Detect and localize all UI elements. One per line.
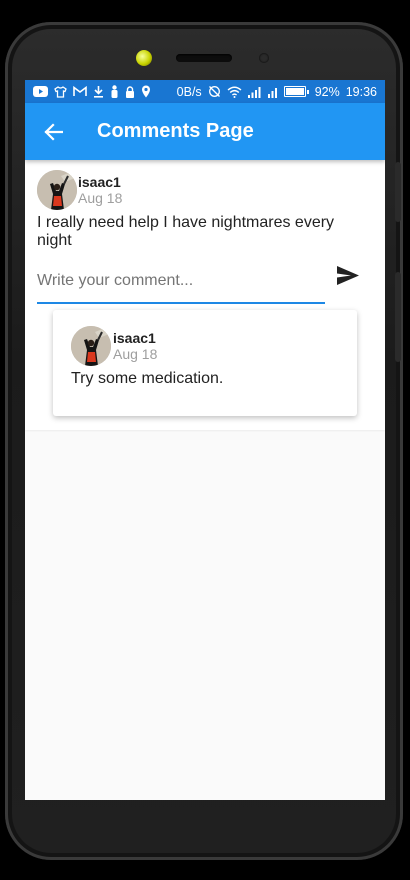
comment-date: Aug 18: [113, 346, 158, 362]
battery-percent: 92%: [314, 84, 340, 99]
gmail-icon: [73, 85, 87, 99]
comment-text: Try some medication.: [71, 370, 224, 387]
person-icon: [110, 85, 119, 99]
post-date: Aug 18: [78, 190, 123, 206]
avatar-image: [71, 326, 111, 366]
signal-icon: [267, 85, 278, 99]
youtube-icon: [33, 85, 48, 99]
comment-username[interactable]: isaac1: [113, 330, 157, 346]
clock: 19:36: [345, 84, 377, 99]
comment-author: isaac1 Aug 18: [71, 326, 339, 366]
page-title: Comments Page: [97, 120, 254, 142]
front-camera: [136, 50, 152, 66]
post-text: I really need help I have nightmares eve…: [37, 214, 335, 249]
avatar-image: [37, 170, 77, 210]
signal-icon: [247, 85, 262, 99]
send-button[interactable]: [337, 266, 359, 304]
sync-off-icon: [208, 85, 221, 99]
app-bar: Comments Page: [25, 103, 385, 160]
download-icon: [93, 85, 104, 99]
screen: 0B/s 92% 19:36 Comments Page isaac1 Aug …: [25, 80, 385, 800]
wifi-icon: [227, 85, 242, 99]
post-card: isaac1 Aug 18 I really need help I have …: [25, 160, 385, 430]
username[interactable]: isaac1: [78, 174, 122, 190]
comment-input[interactable]: [37, 272, 325, 304]
notification-icons: [33, 85, 151, 99]
lock-icon: [125, 85, 135, 99]
power-button: [395, 272, 401, 362]
volume-button: [395, 162, 401, 222]
avatar[interactable]: [37, 170, 77, 210]
location-icon: [141, 85, 151, 99]
status-bar: 0B/s 92% 19:36: [25, 80, 385, 103]
post-author: isaac1 Aug 18: [37, 170, 373, 210]
back-button[interactable]: [25, 104, 81, 160]
arrow-back-icon: [44, 122, 63, 141]
avatar[interactable]: [71, 326, 111, 366]
user-meta: isaac1 Aug 18: [113, 330, 157, 362]
network-speed: 0B/s: [176, 84, 202, 99]
comment-composer: [37, 266, 373, 304]
earpiece-speaker: [176, 54, 232, 62]
user-meta: isaac1 Aug 18: [78, 174, 122, 206]
shirt-icon: [54, 85, 67, 99]
comment-card: isaac1 Aug 18 Try some medication.: [53, 310, 357, 416]
send-icon: [337, 266, 359, 285]
system-status: 0B/s 92% 19:36: [177, 85, 377, 99]
proximity-sensor: [259, 53, 269, 63]
battery-icon: [283, 86, 309, 97]
